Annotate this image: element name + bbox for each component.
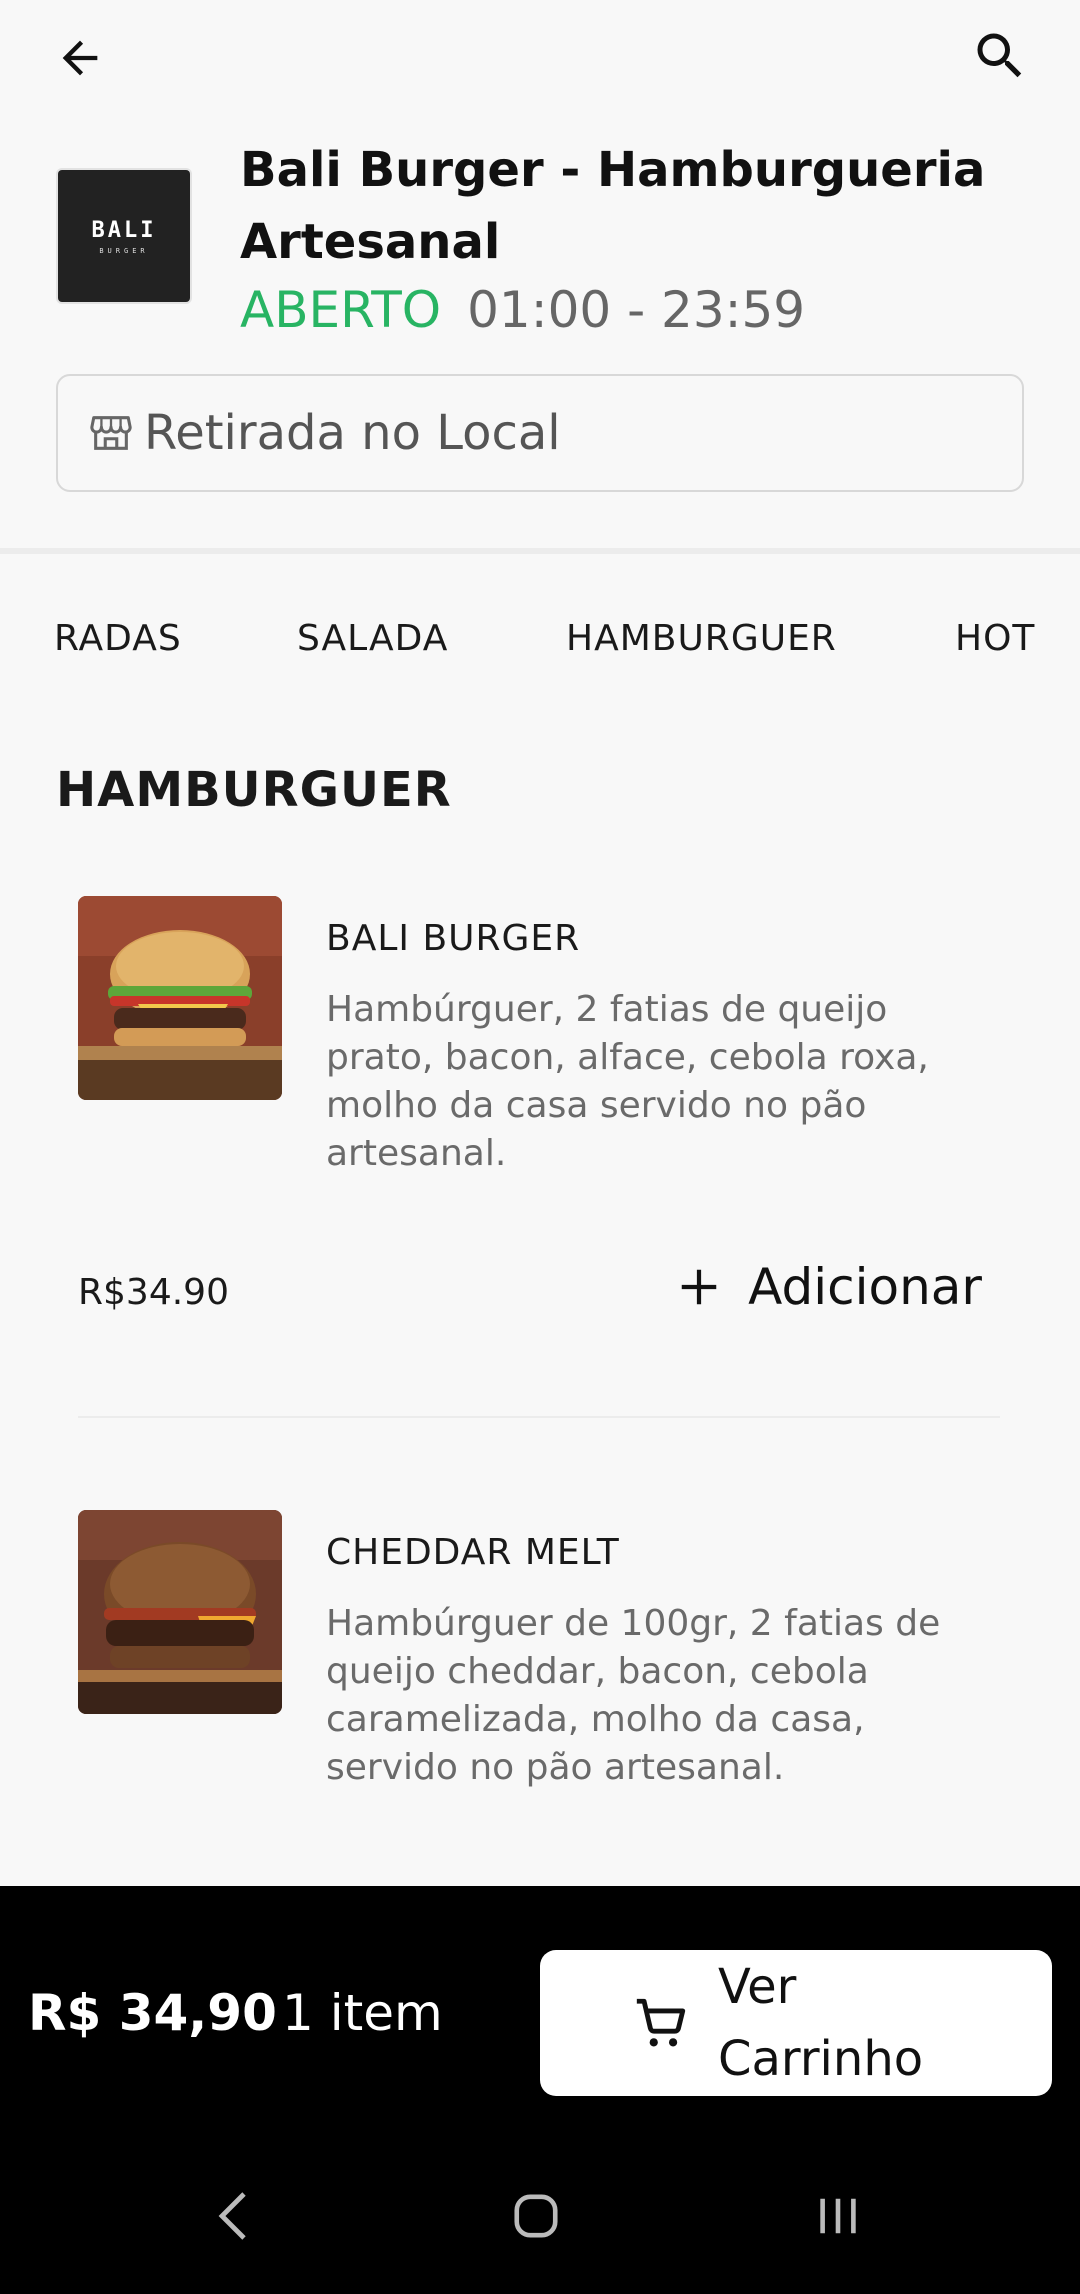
item-price: R$34.90 [78,1272,229,1313]
pickup-label: Retirada no Local [144,405,561,461]
menu-item[interactable]: CHEDDAR MELT Hambúrguer de 100gr, 2 fati… [78,1510,1002,1840]
tab-hot[interactable]: HOT [955,618,1035,659]
item-image [78,1510,282,1714]
plus-icon [681,1269,717,1305]
system-recents-button[interactable] [788,2166,888,2266]
tab-salada[interactable]: SALADA [297,618,448,659]
view-cart-button[interactable]: Ver Carrinho [540,1950,1052,2096]
store-hours: 01:00 - 23:59 [467,281,806,339]
system-home-button[interactable] [486,2166,586,2266]
back-button[interactable] [48,26,112,90]
nav-back-icon [218,2192,246,2240]
item-name: BALI BURGER [326,918,581,959]
item-name: CHEDDAR MELT [326,1532,620,1573]
store-status-row: ABERTO 01:00 - 23:59 [240,280,805,340]
category-tabs: RADAS SALADA HAMBURGUER HOT [0,590,1080,700]
tab-hamburguer[interactable]: HAMBURGUER [566,618,837,659]
storefront-icon [90,416,132,450]
nav-home-icon [514,2194,558,2238]
cart-icon [636,1998,686,2047]
store-logo: BALI BURGER [58,170,190,302]
pickup-selector[interactable]: Retirada no Local [56,374,1024,492]
item-divider [78,1416,1000,1418]
top-bar [0,0,1080,110]
store-status: ABERTO [240,281,442,339]
cart-bar: R$ 34,90 1 item Ver Carrinho [0,1886,1080,2116]
search-icon [977,33,1022,78]
cart-total: R$ 34,90 [28,1984,277,2042]
section-divider [0,548,1080,554]
system-nav-bar [0,2116,1080,2294]
add-button-label: Adicionar [748,1258,982,1316]
item-description: Hambúrguer de 100gr, 2 fatias de queijo … [326,1603,941,1788]
tab-entradas[interactable]: RADAS [54,618,182,659]
add-button[interactable]: Adicionar [676,1258,1002,1316]
nav-recents-icon [820,2198,856,2234]
search-button[interactable] [968,24,1032,88]
item-image [78,896,282,1100]
cart-item-count: 1 item [282,1984,443,2042]
item-description: Hambúrguer, 2 fatias de queijo prato, ba… [326,989,929,1174]
section-title: HAMBURGUER [56,762,452,818]
menu-item[interactable]: BALI BURGER Hambúrguer, 2 fatias de quei… [78,896,1002,1396]
store-name: Bali Burger - Hamburgueria Artesanal [240,142,986,270]
store-header: BALI BURGER Bali Burger - Hamburgueria A… [56,128,1036,348]
logo-text: BALI [91,217,157,243]
arrow-left-icon [62,40,98,76]
logo-subtext: BURGER [99,246,149,255]
system-back-button[interactable] [184,2166,284,2266]
view-cart-label: Ver Carrinho [718,1959,924,2087]
